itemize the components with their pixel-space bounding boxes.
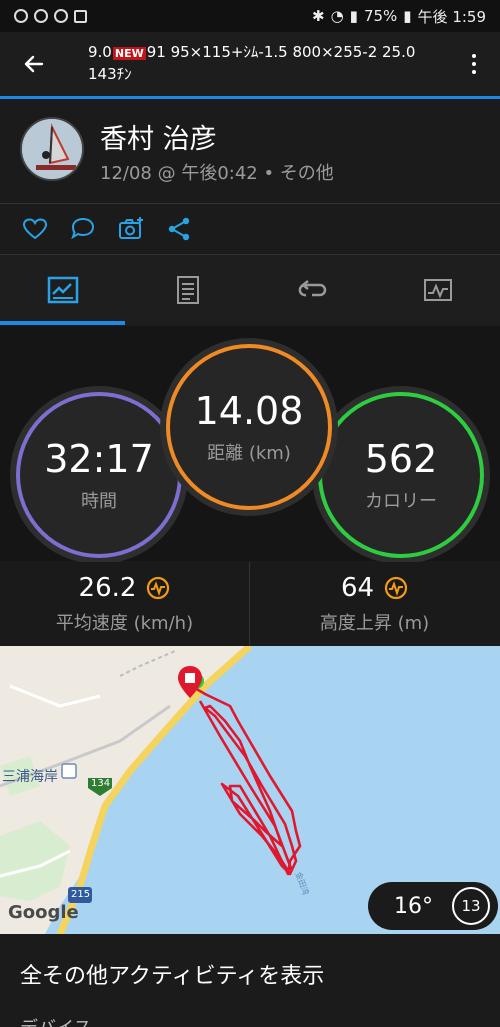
app-bar: 9.0 NEW 91 95×115+ｼﾑ-1.5 800×255-2 25.0 14… [0,32,500,96]
add-photo-icon[interactable] [118,216,144,242]
avatar[interactable] [20,117,84,181]
time-value: 32:17 [44,437,154,481]
view-all-activities-button[interactable]: 全その他アクティビティを表示 [0,934,500,1014]
google-logo: Google [8,902,79,923]
windsurf-photo-icon [22,119,82,179]
status-right: ✱ ◔ ▮ 75% ▮ 午後 1:59 [312,6,486,27]
tab-overview[interactable] [0,255,125,325]
elevation-gain-label: 高度上昇 (m) [319,613,430,634]
time-label: 時間 [81,491,117,512]
arrow-left-icon [24,55,44,73]
avg-speed-metric[interactable]: 26.2 平均速度 (km/h) [0,562,249,646]
status-left-icons [14,9,87,23]
document-list-icon [176,276,199,304]
status-bar: ✱ ◔ ▮ 75% ▮ 午後 1:59 [0,0,500,32]
overview-chart-icon [47,276,78,304]
calories-ring: 562 カロリー [318,392,484,558]
activity-date-type: 12/08 @ 午後0:42 • その他 [100,163,334,184]
stats-panel: 32:17 時間 562 カロリー 14.08 距離 (km) [0,326,500,561]
temperature: 16° [394,893,433,919]
calories-label: カロリー [365,491,437,512]
notification-icon [54,9,68,23]
place-label: 三浦海岸 [2,769,58,785]
comment-icon[interactable] [70,216,96,242]
tab-laps[interactable] [250,255,375,325]
device-section-label: デバイス [20,1014,91,1027]
notification-icon [34,9,48,23]
clock: 午後 1:59 [417,7,486,26]
bluetooth-icon: ✱ [312,7,325,25]
back-button[interactable] [16,48,52,80]
metrics-row: 26.2 平均速度 (km/h) 64 高度上昇 (m) [0,562,500,646]
overflow-menu-button[interactable] [462,50,486,78]
avg-speed-label: 平均速度 (km/h) [55,613,194,634]
chart-line-icon [423,279,452,301]
distance-value: 14.08 [194,389,304,433]
share-icon[interactable] [166,216,192,242]
calories-value: 562 [364,437,438,481]
metric-divider [249,562,250,646]
weather-badge[interactable]: 16° 13 [368,882,498,930]
activity-tabs [0,255,500,325]
distance-label: 距離 (km) [207,443,291,464]
battery-percent: 75% [363,7,398,25]
elevation-gain-value: 64 [340,573,375,603]
new-badge: NEW [112,47,146,60]
title-line1-start: 9.0 [88,43,112,61]
selected-tab-indicator [0,321,125,325]
social-actions [0,204,500,254]
time-ring: 32:17 時間 [16,392,182,558]
wifi-icon: ◔ [330,7,344,25]
distance-ring: 14.08 距離 (km) [166,344,332,510]
tab-charts[interactable] [375,255,500,325]
battery-icon: ▮ [403,7,412,25]
dot-icon [472,70,476,74]
title-line1-rest: 91 95×115+ｼﾑ-1.5 800×255-2 25.0 [146,43,416,61]
user-name[interactable]: 香村 治彦 [100,117,217,156]
pulse-circle-icon [147,576,170,600]
laps-loop-icon [298,280,326,297]
activity-title: 9.0 NEW 91 95×115+ｼﾑ-1.5 800×255-2 25.0 14… [88,42,448,84]
title-line2: 143ﾁﾝ [88,65,132,83]
activity-header: 香村 治彦 12/08 @ 午後0:42 • その他 [0,99,500,203]
dot-icon [472,62,476,66]
checkbox-notification-icon [74,9,87,23]
heart-icon[interactable] [22,216,48,242]
tab-stats[interactable] [125,255,250,325]
signal-icon: ▮ [349,7,358,25]
wind-speed: 13 [461,897,481,915]
avg-speed-value: 26.2 [78,573,137,603]
notification-icon [14,9,28,23]
route-134-label: 134 [91,778,111,789]
dot-icon [472,54,476,58]
wind-speed-icon: 13 [452,887,490,925]
route-215-label: 215 [71,889,91,900]
elevation-gain-metric[interactable]: 64 高度上昇 (m) [250,562,499,646]
pulse-circle-icon [384,576,408,600]
